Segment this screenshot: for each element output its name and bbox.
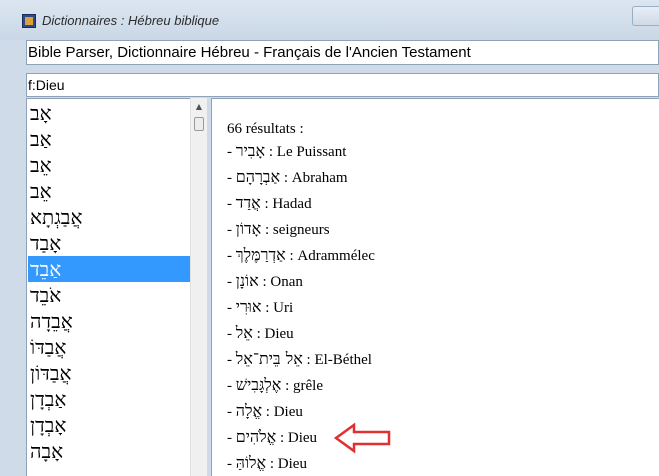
word-list-item[interactable]: אֲבַדּוֹן xyxy=(28,360,191,386)
result-row[interactable]: - אֶלְגָּבִישׁ : grêle xyxy=(227,372,323,398)
result-hebrew-word[interactable]: אוֹנָן xyxy=(236,271,259,290)
result-hebrew-word[interactable]: אֵל xyxy=(236,323,253,342)
result-row[interactable]: - אֱלוֹהַּ : Dieu xyxy=(227,450,307,476)
word-list[interactable]: אָב אַב אֵב אֵב אֲבַגְתָא אָבַד אַבֵד אֹבֵד אֲבֵ… xyxy=(26,98,207,476)
title-bar[interactable]: Dictionnaires : Hébreu biblique xyxy=(0,0,659,40)
result-row[interactable]: - אֱלָה : Dieu xyxy=(227,398,303,424)
result-row[interactable]: - אַבְרָהָם : Abraham xyxy=(227,164,348,190)
result-bullet: - xyxy=(227,300,236,316)
result-bullet: - xyxy=(227,404,236,420)
result-row[interactable]: - אָבִיר : Le Puissant xyxy=(227,138,346,164)
result-bullet: - xyxy=(227,248,236,264)
result-row[interactable]: - אַדְרַמֶּלֶךְ : Adrammélec xyxy=(227,242,375,268)
result-gloss: : Dieu xyxy=(252,326,294,342)
result-hebrew-word[interactable]: אַבְרָהָם xyxy=(236,167,280,186)
word-list-item[interactable]: אַבֵד xyxy=(28,256,191,282)
result-hebrew-word[interactable]: אַדְרַמֶּלֶךְ xyxy=(236,245,286,264)
word-list-item[interactable]: אֵב xyxy=(28,178,191,204)
result-gloss: : Dieu xyxy=(266,456,307,472)
result-bullet: - xyxy=(227,274,236,290)
scroll-up-arrow-icon[interactable]: ▲ xyxy=(191,98,207,115)
window-control-button[interactable] xyxy=(632,6,659,26)
result-hebrew-word[interactable]: אָדוֹן xyxy=(236,219,261,238)
word-list-item[interactable]: אַב xyxy=(28,126,191,152)
search-input[interactable]: f:Dieu xyxy=(26,73,659,97)
result-gloss: : El-Béthel xyxy=(302,352,372,368)
window-title: Dictionnaires : Hébreu biblique xyxy=(42,13,220,28)
word-list-item[interactable]: אֲבַגְתָא xyxy=(28,204,191,230)
result-hebrew-word[interactable]: אֶלְגָּבִישׁ xyxy=(236,375,282,394)
result-bullet: - xyxy=(227,378,236,394)
result-bullet: - xyxy=(227,144,236,160)
result-row[interactable]: - אֵל בֵּית־אֵל : El-Béthel xyxy=(227,346,372,372)
result-hebrew-word[interactable]: אֱלָה xyxy=(236,401,262,420)
word-list-item[interactable]: אֲבַדּוֹ xyxy=(28,334,191,360)
result-bullet: - xyxy=(227,456,236,472)
result-gloss: : Dieu xyxy=(276,430,318,446)
result-hebrew-word[interactable]: אֲדַד xyxy=(236,193,261,212)
result-gloss: : seigneurs xyxy=(261,222,330,238)
results-count: 66 résultats : xyxy=(227,121,304,137)
result-row[interactable]: - אוֹנָן : Onan xyxy=(227,268,303,294)
result-row[interactable]: - אֵל : Dieu xyxy=(227,320,294,346)
result-gloss: : Onan xyxy=(258,274,303,290)
result-gloss: : Abraham xyxy=(280,170,348,186)
dictionary-window: Dictionnaires : Hébreu biblique Bible Pa… xyxy=(0,0,659,476)
dictionary-selector[interactable]: Bible Parser, Dictionnaire Hébreu - Fran… xyxy=(26,40,659,65)
result-gloss: : grêle xyxy=(281,378,324,394)
result-row[interactable]: - אֱלֹהִים : Dieu xyxy=(227,424,317,450)
result-gloss: : Le Puissant xyxy=(265,144,347,160)
result-hebrew-word[interactable]: אֵל בֵּית־אֵל xyxy=(236,349,303,368)
result-bullet: - xyxy=(227,222,236,238)
result-row[interactable]: - אֲדַד : Hadad xyxy=(227,190,312,216)
word-list-item[interactable]: אָב xyxy=(28,100,191,126)
word-list-item[interactable]: אָבְדָן xyxy=(28,412,191,438)
result-row[interactable]: - אָדוֹן : seigneurs xyxy=(227,216,330,242)
word-list-item[interactable]: אֵב xyxy=(28,152,191,178)
result-hebrew-word[interactable]: אֱלֹהִים xyxy=(236,427,276,446)
word-list-item[interactable]: אֹבֵד xyxy=(28,282,191,308)
results-panel: 66 résultats : - אָבִיר : Le Puissant - א… xyxy=(211,98,659,476)
result-gloss: : Dieu xyxy=(262,404,303,420)
result-bullet: - xyxy=(227,326,236,342)
result-hebrew-word[interactable]: אוּרִי xyxy=(236,297,262,316)
word-list-item[interactable]: אָבָה xyxy=(28,438,191,464)
word-list-item[interactable]: אַבְדָן xyxy=(28,386,191,412)
result-bullet: - xyxy=(227,170,236,186)
result-gloss: : Hadad xyxy=(260,196,312,212)
scroll-thumb[interactable] xyxy=(194,117,204,131)
result-row[interactable]: - אוּרִי : Uri xyxy=(227,294,293,320)
left-arrow-icon xyxy=(334,422,391,454)
result-gloss: : Uri xyxy=(261,300,294,316)
word-list-item[interactable]: אֲבֵדָה xyxy=(28,308,191,334)
result-bullet: - xyxy=(227,430,236,446)
result-hebrew-word[interactable]: אָבִיר xyxy=(236,141,265,160)
book-icon xyxy=(22,14,36,28)
result-bullet: - xyxy=(227,196,236,212)
result-hebrew-word[interactable]: אֱלוֹהַּ xyxy=(236,453,266,472)
result-gloss: : Adrammélec xyxy=(285,248,375,264)
word-list-item[interactable]: אָבַד xyxy=(28,230,191,256)
result-bullet: - xyxy=(227,352,236,368)
word-list-scrollbar[interactable]: ▲ xyxy=(190,98,207,476)
